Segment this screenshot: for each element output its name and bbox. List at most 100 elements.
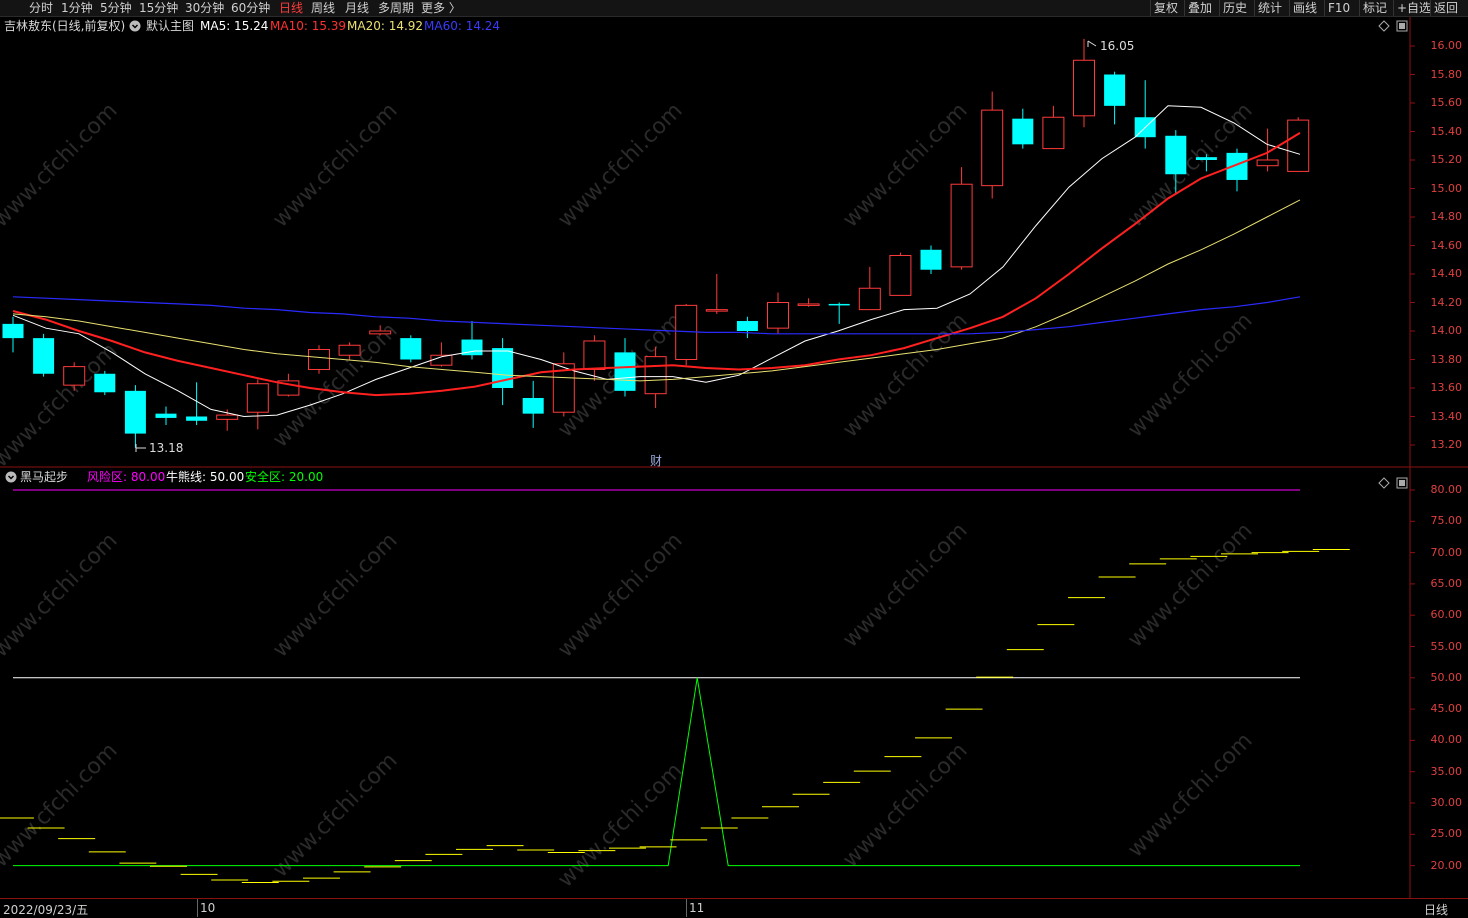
diamond-icon[interactable] (1378, 477, 1390, 492)
window-icon[interactable] (1396, 477, 1408, 492)
candle-body-up (950, 183, 973, 268)
watermark-text: www.cfchi.com (0, 98, 123, 232)
indicator-axis-tick: 70.00 (1430, 545, 1463, 559)
diamond-icon[interactable] (1378, 20, 1390, 35)
candle-body-down (1104, 74, 1126, 106)
candle-body-up (63, 366, 86, 386)
candle-body-up (277, 380, 300, 396)
watermark-text: www.cfchi.com (1123, 728, 1257, 862)
watermark-text: www.cfchi.com (1123, 98, 1257, 232)
template-label[interactable]: 默认主图 (146, 17, 194, 35)
candle-body-up (1042, 116, 1065, 150)
candle-body-down (2, 323, 24, 339)
ma60-line (12, 296, 1301, 335)
finance-event-marker: 财 (650, 454, 662, 468)
indicator-axis-tick: 60.00 (1430, 608, 1463, 622)
toolbar-button-0[interactable]: 复权 (1150, 0, 1181, 16)
price-axis-tick: 14.60 (1430, 238, 1463, 252)
toolbar-button-1[interactable]: 叠加 (1184, 0, 1215, 16)
watermark-text: www.cfchi.com (1123, 308, 1257, 442)
price-axis-tick: 14.40 (1430, 267, 1463, 280)
candle-body-up (1287, 119, 1310, 172)
candle-body-down (155, 413, 177, 418)
indicator-menu-icon[interactable] (4, 468, 18, 486)
watermark-text: www.cfchi.com (268, 748, 402, 882)
stock-title: 吉林敖东(日线,前复权) (4, 19, 126, 33)
period-tab-4[interactable]: 30分钟 (185, 0, 224, 16)
ma5-line (12, 105, 1301, 418)
period-tab-9[interactable]: 多周期 (378, 0, 414, 16)
indicator-name[interactable]: 黑马起步 (20, 468, 68, 486)
period-tab-5[interactable]: 60分钟 (231, 0, 270, 16)
candle-body-down (124, 390, 146, 434)
period-tab-3[interactable]: 15分钟 (139, 0, 178, 16)
candle-body-down (736, 321, 758, 331)
period-label[interactable]: 日线 (1424, 901, 1448, 918)
candle-body-up (430, 354, 453, 366)
template-toggle-icon[interactable] (128, 17, 142, 35)
candle-body-up (1256, 159, 1279, 167)
toolbar-button-4[interactable]: 画线 (1289, 0, 1320, 16)
candle-body-down (186, 416, 208, 421)
price-axis-tick: 14.20 (1430, 295, 1463, 309)
toolbar-button-2[interactable]: 历史 (1219, 0, 1250, 16)
watermark-text: www.cfchi.com (268, 98, 402, 232)
period-tab-10[interactable]: 更多 〉 (421, 0, 461, 16)
candle-body-up (216, 414, 239, 420)
indicator-axis-tick: 80.00 (1430, 483, 1463, 496)
candle-body-up (1073, 59, 1095, 117)
watermark-text: www.cfchi.com (553, 758, 687, 892)
month-label-nov: 11 (689, 901, 705, 915)
period-toolbar: 分时 1分钟 5分钟 15分钟 30分钟 60分钟 日线 周线 月线 多周期 更多 〉 复权 叠加 历史… (0, 0, 1468, 17)
watermark-text: www.cfchi.com (553, 528, 687, 662)
price-axis-tick: 13.20 (1430, 438, 1463, 451)
period-tab-2[interactable]: 5分钟 (100, 0, 132, 16)
candle-body-down (828, 303, 850, 306)
ma60-value: MA60: 14.24 (424, 19, 501, 33)
toolbar-button-7[interactable]: +自选 (1393, 0, 1434, 16)
indicator-axis-tick: 35.00 (1430, 764, 1463, 778)
period-tab-6[interactable]: 日线 (279, 0, 303, 16)
toolbar-button-5[interactable]: F10 (1324, 0, 1353, 16)
high-price-label: 16.05 (1100, 39, 1134, 53)
candle-body-down (522, 397, 544, 414)
price-chart[interactable]: www.cfchi.com www.cfchi.com www.cfchi.com w… (0, 0, 1468, 917)
candle-body-down (400, 338, 422, 360)
candle-body-up (246, 383, 269, 413)
toolbar-button-8[interactable]: 返回 (1430, 0, 1461, 16)
price-axis-tick: 15.00 (1430, 181, 1463, 195)
candle-body-up (338, 344, 361, 356)
watermark-text: www.cfchi.com (268, 318, 402, 452)
candle-body-up (552, 363, 575, 413)
candle-body-down (1012, 118, 1034, 145)
watermark-text: www.cfchi.com (838, 308, 972, 442)
price-axis-tick: 16.00 (1430, 39, 1463, 52)
price-axis-tick: 15.60 (1430, 96, 1463, 109)
candle-body-up (889, 254, 912, 296)
indicator-axis-tick: 75.00 (1430, 514, 1463, 528)
price-axis-tick: 13.60 (1430, 381, 1463, 394)
watermark-text: www.cfchi.com (838, 518, 972, 652)
ma5-value: MA5: 15.24 (200, 19, 269, 33)
ma20-line (12, 199, 1301, 382)
toolbar-button-6[interactable]: 标记 (1359, 0, 1390, 16)
period-tab-1[interactable]: 1分钟 (61, 0, 93, 16)
candle-body-down (33, 338, 55, 374)
window-icon[interactable] (1396, 20, 1408, 35)
risk-zone-value: 风险区: 80.00 (87, 470, 166, 484)
candle-body-up (981, 109, 1004, 187)
low-price-label: 13.18 (149, 441, 183, 455)
period-tab-0[interactable]: 分时 (29, 0, 53, 16)
period-tab-8[interactable]: 月线 (345, 0, 369, 16)
candle-body-down (1195, 157, 1217, 160)
candle-body-up (583, 340, 606, 370)
price-axis-tick: 13.40 (1430, 409, 1463, 423)
period-tab-7[interactable]: 周线 (311, 0, 335, 16)
bull-bear-value: 牛熊线: 50.00 (166, 470, 245, 484)
toolbar-button-3[interactable]: 统计 (1254, 0, 1285, 16)
candle-body-down (1165, 135, 1187, 175)
watermark-text: www.cfchi.com (0, 528, 123, 662)
watermark-text: www.cfchi.com (1123, 518, 1257, 652)
price-axis-tick: 15.40 (1430, 124, 1463, 138)
candle-body-up (308, 349, 330, 370)
